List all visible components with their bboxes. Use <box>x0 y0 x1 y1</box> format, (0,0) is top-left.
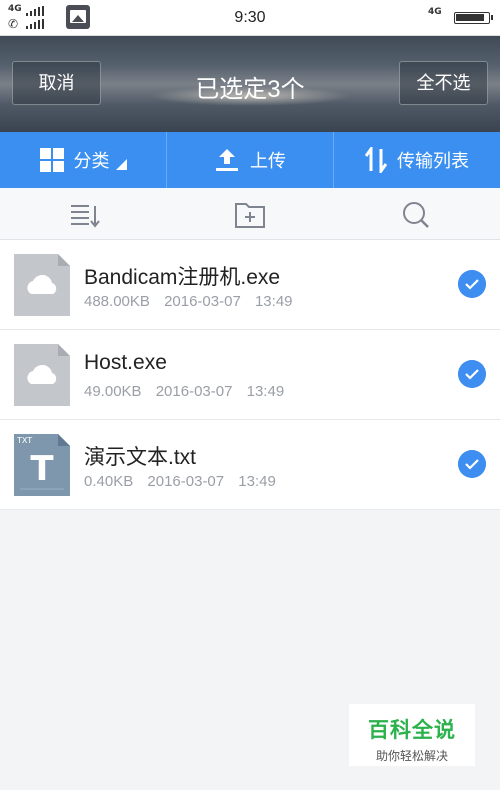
txt-letter: T <box>30 449 54 489</box>
watermark-logo: 百科全说 助你轻松解决 <box>349 704 475 766</box>
upload-button[interactable]: 上传 <box>166 132 333 188</box>
transfer-list-label: 传输列表 <box>397 151 469 171</box>
transfer-arrows-icon <box>365 147 387 173</box>
file-time: 13:49 <box>254 293 293 310</box>
sort-list-icon[interactable] <box>68 200 100 230</box>
secondary-toolbar <box>0 188 500 240</box>
action-toolbar: 分类 上传 传输列表 <box>0 132 500 188</box>
checked-icon[interactable] <box>458 270 486 298</box>
file-date: 2016-03-07 <box>147 473 225 490</box>
upload-icon <box>216 149 238 171</box>
file-time: 13:49 <box>246 383 285 400</box>
file-name: Host.exe <box>84 351 167 374</box>
new-folder-icon[interactable] <box>234 200 266 230</box>
file-meta: 0.40KB 2016-03-07 13:49 <box>84 473 276 490</box>
file-row[interactable]: Host.exe 49.00KB 2016-03-07 13:49 <box>0 330 500 420</box>
battery-icon <box>454 12 493 24</box>
network-type-label-2: 4G <box>428 7 442 17</box>
file-meta: 49.00KB 2016-03-07 13:49 <box>84 383 284 400</box>
file-date: 2016-03-07 <box>155 383 233 400</box>
watermark-title: 百科全说 <box>368 719 456 742</box>
file-size: 488.00KB <box>84 293 150 310</box>
file-row[interactable]: TXT T 演示文本.txt 0.40KB 2016-03-07 13:49 <box>0 420 500 510</box>
txt-file-icon: TXT T <box>14 434 70 496</box>
cloud-file-icon <box>14 254 70 316</box>
deselect-all-button[interactable]: 全不选 <box>399 61 488 105</box>
transfer-list-button[interactable]: 传输列表 <box>333 132 500 188</box>
dropdown-triangle-icon <box>115 158 127 170</box>
file-row[interactable]: Bandicam注册机.exe 488.00KB 2016-03-07 13:4… <box>0 240 500 330</box>
status-right: 4G <box>428 5 493 31</box>
file-meta: 488.00KB 2016-03-07 13:49 <box>84 293 293 310</box>
file-date: 2016-03-07 <box>164 293 241 310</box>
file-list: Bandicam注册机.exe 488.00KB 2016-03-07 13:4… <box>0 240 500 510</box>
grid-icon <box>39 148 64 172</box>
category-button[interactable]: 分类 <box>0 132 166 188</box>
category-label: 分类 <box>73 151 110 171</box>
file-name: Bandicam注册机.exe <box>84 266 281 289</box>
watermark-subtitle: 助你轻松解决 <box>375 749 448 763</box>
file-time: 13:49 <box>238 473 276 490</box>
txt-badge: TXT <box>16 436 32 445</box>
upload-label: 上传 <box>250 151 286 171</box>
status-bar: 4G ✆ 9:30 4G <box>0 0 500 36</box>
checked-icon[interactable] <box>458 360 486 388</box>
selection-header: 取消 已选定3个 全不选 <box>0 36 500 132</box>
file-size: 49.00KB <box>84 383 142 400</box>
file-name: 演示文本.txt <box>84 446 197 469</box>
checked-icon[interactable] <box>458 450 486 478</box>
file-size: 0.40KB <box>84 473 134 490</box>
cloud-file-icon <box>14 344 70 406</box>
search-icon[interactable] <box>400 200 432 230</box>
